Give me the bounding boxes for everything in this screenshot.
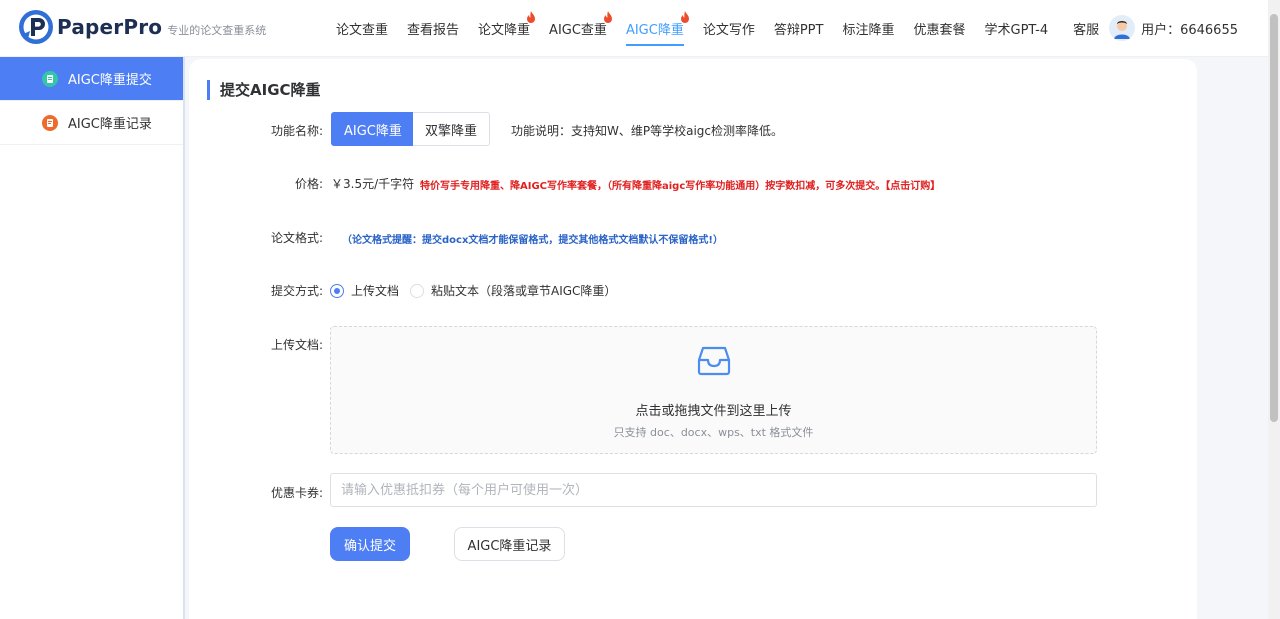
user-avatar-icon <box>1109 15 1136 41</box>
nav-label: 论文降重 <box>478 23 531 38</box>
main-nav: 论文查重 查看报告 论文降重 AIGC查重 AIGC降重 论文写作 答辩PPT … <box>330 0 1061 57</box>
hot-fire-icon <box>680 11 689 23</box>
function-label: 功能名称: <box>270 124 323 138</box>
price-promo-link[interactable]: 特价写手专用降重、降AIGC写作率套餐，（所有降重降aigc写作率功能通用）按字… <box>420 177 940 192</box>
file-upload-dropzone[interactable]: 点击或拖拽文件到这里上传 只支持 doc、docx、wps、txt 格式文件 <box>330 326 1097 454</box>
page-scrollbar[interactable] <box>1268 0 1280 619</box>
coupon-label: 优惠卡券: <box>270 486 323 500</box>
avatar[interactable] <box>1109 15 1136 41</box>
function-description: 功能说明：支持知W、维P等学校aigc检测率降低。 <box>511 124 784 138</box>
brand-logo[interactable]: PaperPro 专业的论文查重系统 <box>18 9 266 45</box>
nav-item-defense-ppt[interactable]: 答辩PPT <box>768 0 830 57</box>
radio-checked-icon <box>330 283 344 298</box>
upload-instruction: 点击或拖拽文件到这里上传 <box>635 404 792 419</box>
nav-item-annotate-rewrite[interactable]: 标注降重 <box>836 0 900 57</box>
nav-label: 学术GPT-4 <box>984 23 1049 38</box>
nav-label: 优惠套餐 <box>913 23 966 38</box>
nav-item-aigc-rewrite[interactable]: AIGC降重 <box>620 0 690 57</box>
function-option-dual[interactable]: 双擎降重 <box>413 112 491 146</box>
nav-label: AIGC查重 <box>549 23 607 38</box>
coupon-input[interactable] <box>330 473 1097 507</box>
upload-label: 上传文档: <box>270 338 323 352</box>
confirm-submit-button[interactable]: 确认提交 <box>330 527 410 561</box>
nav-label: 查看报告 <box>407 23 460 38</box>
nav-label: 论文查重 <box>336 23 389 38</box>
radio-label: 上传文档 <box>351 284 400 298</box>
nav-item-discount-package[interactable]: 优惠套餐 <box>907 0 971 57</box>
nav-item-aigc-check[interactable]: AIGC查重 <box>543 0 613 57</box>
method-paste-radio[interactable]: 粘贴文本（段落或章节AIGC降重） <box>410 282 616 299</box>
brand-name: PaperPro <box>57 15 163 39</box>
nav-item-academic-gpt[interactable]: 学术GPT-4 <box>979 0 1055 57</box>
price-label: 价格: <box>294 177 323 191</box>
nav-item-view-report[interactable]: 查看报告 <box>401 0 465 57</box>
sidebar: AIGC降重提交 AIGC降重记录 <box>0 57 185 619</box>
hot-fire-icon <box>603 11 612 23</box>
page-title: 提交AIGC降重 <box>207 80 321 100</box>
price-value: ￥3.5元/千字符 <box>331 177 415 191</box>
function-option-aigc[interactable]: AIGC降重 <box>331 112 415 146</box>
customer-service-link[interactable]: 客服 <box>1073 19 1099 38</box>
format-notice: （论文格式提醒：提交docx文档才能保留格式，提交其他格式文档默认不保留格式!） <box>342 235 723 246</box>
nav-item-paper-writing[interactable]: 论文写作 <box>697 0 761 57</box>
inbox-icon <box>697 346 731 376</box>
nav-item-paper-rewrite[interactable]: 论文降重 <box>472 0 536 57</box>
record-icon <box>42 114 58 131</box>
header-user-area: 客服 用户：6646655 <box>1073 15 1238 41</box>
nav-item-paper-check[interactable]: 论文查重 <box>330 0 394 57</box>
scrollbar-thumb[interactable] <box>1270 14 1278 422</box>
top-header: PaperPro 专业的论文查重系统 论文查重 查看报告 论文降重 AIGC查重… <box>0 0 1268 57</box>
radio-label: 粘贴文本（段落或章节AIGC降重） <box>431 284 617 298</box>
sidebar-item-label: AIGC降重记录 <box>68 117 152 132</box>
upload-format-hint: 只支持 doc、docx、wps、txt 格式文件 <box>613 426 814 439</box>
sidebar-item-aigc-submit[interactable]: AIGC降重提交 <box>0 57 183 101</box>
sidebar-item-aigc-record[interactable]: AIGC降重记录 <box>0 101 183 145</box>
brand-subtitle: 专业的论文查重系统 <box>167 24 267 37</box>
sidebar-item-label: AIGC降重提交 <box>68 73 152 88</box>
document-icon <box>42 70 58 87</box>
paperpro-logo-icon <box>18 9 54 45</box>
nav-label: 标注降重 <box>842 23 895 38</box>
method-label: 提交方式: <box>270 284 323 298</box>
aigc-record-button[interactable]: AIGC降重记录 <box>454 527 565 561</box>
hot-fire-icon <box>527 11 536 23</box>
user-id[interactable]: 用户：6646655 <box>1141 19 1238 38</box>
nav-label: AIGC降重 <box>625 23 684 38</box>
nav-label: 论文写作 <box>702 23 755 38</box>
radio-unchecked-icon <box>410 283 424 298</box>
nav-label: 答辩PPT <box>773 23 824 38</box>
format-label: 论文格式: <box>270 231 323 245</box>
method-upload-radio[interactable]: 上传文档 <box>330 282 399 299</box>
